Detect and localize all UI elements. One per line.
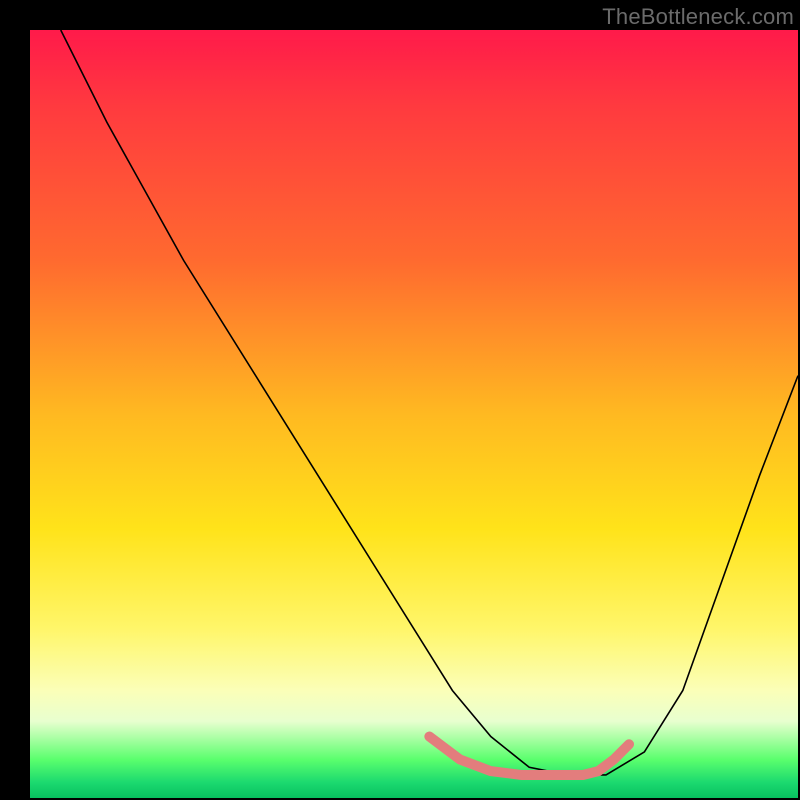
chart-svg bbox=[30, 30, 798, 798]
chart-frame: TheBottleneck.com bbox=[0, 0, 800, 800]
series-pink-highlight bbox=[429, 737, 629, 775]
series-black-curve bbox=[61, 30, 798, 775]
attribution-label: TheBottleneck.com bbox=[602, 4, 794, 30]
series-group bbox=[61, 30, 798, 775]
